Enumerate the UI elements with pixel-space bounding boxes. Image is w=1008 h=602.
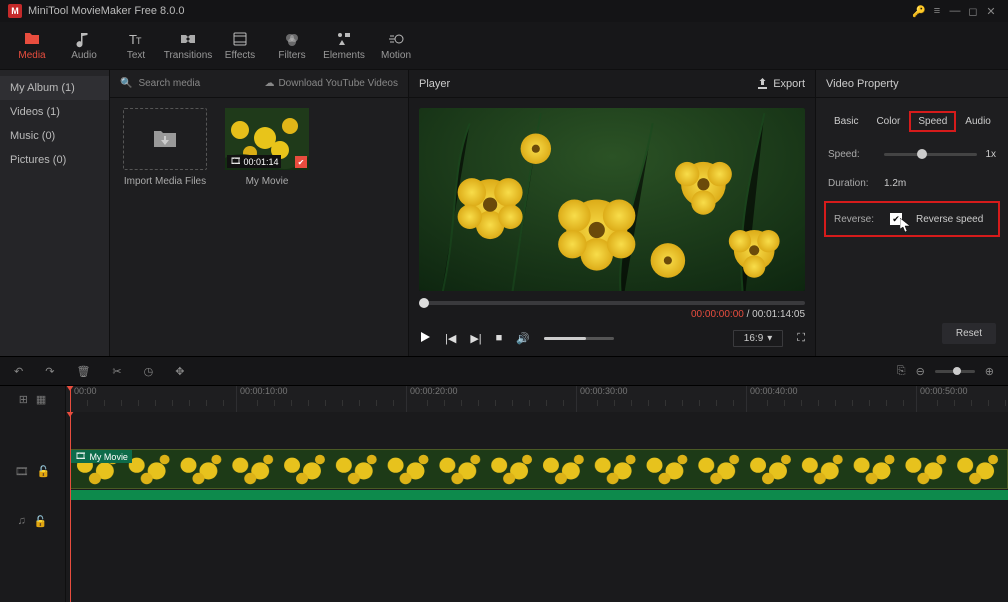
close-icon[interactable]: ✕ xyxy=(982,5,1000,18)
speed-tool-icon[interactable]: ◷ xyxy=(144,365,154,378)
filters-icon xyxy=(283,30,301,48)
fullscreen-button[interactable]: ⛶ xyxy=(797,332,805,345)
video-track-icon: 🎞 xyxy=(15,465,29,478)
timeline-ruler[interactable]: 00:00 00:00:10:00 00:00:20:00 00:00:30:0… xyxy=(66,386,1008,412)
key-icon[interactable]: 🔑 xyxy=(910,5,928,18)
volume-slider[interactable] xyxy=(544,337,614,340)
film-icon: 🎞 xyxy=(230,156,241,167)
duration-value: 1.2m xyxy=(884,178,906,189)
seek-bar[interactable] xyxy=(419,301,805,305)
delete-button[interactable]: 🗑 xyxy=(76,365,90,378)
clip-tag: 🎞 My Movie xyxy=(71,450,132,463)
import-media-label: Import Media Files xyxy=(124,176,206,187)
undo-button[interactable]: ↶ xyxy=(14,365,23,378)
next-frame-button[interactable]: ▶| xyxy=(470,332,481,345)
prop-tab-speed[interactable]: Speed xyxy=(910,112,955,131)
zoom-in-button[interactable]: ⊕ xyxy=(985,365,994,378)
reset-button[interactable]: Reset xyxy=(942,323,996,344)
timeline-video-clip[interactable]: 🎞 My Movie xyxy=(70,449,1008,489)
redo-button[interactable]: ↷ xyxy=(45,365,54,378)
duration-label: Duration: xyxy=(828,178,876,189)
property-title: Video Property xyxy=(816,70,1008,98)
ribbon-tab-text[interactable]: TT Text xyxy=(110,30,162,61)
time-total: 00:01:14:05 xyxy=(752,309,805,320)
reverse-checkbox-label: Reverse speed xyxy=(916,214,983,225)
search-placeholder[interactable]: Search media xyxy=(138,78,200,89)
minimize-icon[interactable]: — xyxy=(946,5,964,17)
ribbon-tab-filters[interactable]: Filters xyxy=(266,30,318,61)
maximize-icon[interactable]: ◻ xyxy=(964,5,982,18)
play-button[interactable] xyxy=(419,331,431,346)
sidebar-item-pictures[interactable]: Pictures (0) xyxy=(0,148,109,172)
crop-button[interactable]: ✥ xyxy=(175,365,184,378)
zoom-slider[interactable] xyxy=(935,370,975,373)
lock-icon[interactable]: 🔓 xyxy=(34,515,48,528)
effects-icon xyxy=(231,30,249,48)
app-title: MiniTool MovieMaker Free 8.0.0 xyxy=(28,5,910,17)
menu-icon[interactable]: ≡ xyxy=(928,5,946,17)
svg-text:T: T xyxy=(136,36,142,46)
motion-icon xyxy=(387,30,405,48)
app-logo: M xyxy=(8,4,22,18)
sidebar-item-music[interactable]: Music (0) xyxy=(0,124,109,148)
clip-audio-strip xyxy=(70,490,1008,500)
lock-icon[interactable]: 🔓 xyxy=(37,465,51,478)
track-layers-icon[interactable]: ▦ xyxy=(36,393,46,406)
volume-icon[interactable]: 🔊 xyxy=(516,332,530,345)
playhead[interactable] xyxy=(70,386,71,412)
sidebar-item-videos[interactable]: Videos (1) xyxy=(0,100,109,124)
stop-button[interactable]: ■ xyxy=(496,332,503,344)
download-youtube-button[interactable]: ☁ Download YouTube Videos xyxy=(264,78,398,89)
media-icon xyxy=(23,30,41,48)
ribbon-tab-audio[interactable]: Audio xyxy=(58,30,110,61)
aspect-select[interactable]: 16:9 ▾ xyxy=(733,330,784,347)
zoom-out-button[interactable]: ⊖ xyxy=(916,365,925,378)
time-current: 00:00:00:00 xyxy=(691,309,744,320)
prop-tab-color[interactable]: Color xyxy=(868,112,908,131)
fit-timeline-icon[interactable]: ⎘ xyxy=(897,365,906,378)
split-button[interactable]: ✂ xyxy=(112,365,121,378)
audio-track-icon: ♫ xyxy=(18,515,26,527)
ribbon-tab-motion[interactable]: Motion xyxy=(370,30,422,61)
prop-tab-basic[interactable]: Basic xyxy=(826,112,866,131)
import-media-button[interactable] xyxy=(123,108,207,170)
ribbon: Media Audio TT Text Transitions Effects … xyxy=(0,22,1008,70)
prev-frame-button[interactable]: |◀ xyxy=(445,332,456,345)
speed-slider[interactable] xyxy=(884,153,977,156)
export-button[interactable]: Export xyxy=(756,77,805,90)
cloud-download-icon: ☁ xyxy=(264,78,274,89)
text-icon: TT xyxy=(127,30,145,48)
sidebar-item-myalbum[interactable]: My Album (1) xyxy=(0,76,109,100)
chevron-down-icon: ▾ xyxy=(767,333,772,344)
speed-label: Speed: xyxy=(828,149,876,160)
prop-tab-audio[interactable]: Audio xyxy=(957,112,999,131)
player-viewport[interactable] xyxy=(419,108,805,291)
elements-icon xyxy=(335,30,353,48)
add-track-icon[interactable]: ⊞ xyxy=(19,393,28,406)
media-sidebar: My Album (1) Videos (1) Music (0) Pictur… xyxy=(0,70,110,356)
film-icon: 🎞 xyxy=(75,451,86,462)
player-title: Player xyxy=(419,78,450,90)
ribbon-tab-effects[interactable]: Effects xyxy=(214,30,266,61)
speed-value: 1x xyxy=(985,149,996,160)
search-icon[interactable]: 🔍 xyxy=(120,78,132,89)
audio-track-lane[interactable] xyxy=(66,496,1008,546)
transitions-icon xyxy=(179,30,197,48)
export-icon xyxy=(756,77,769,90)
duration-badge: 🎞 00:01:14 xyxy=(227,155,281,168)
checkmark-icon: ✔ xyxy=(295,156,307,168)
reverse-label: Reverse: xyxy=(834,214,882,225)
cursor-pointer-icon xyxy=(900,218,910,232)
ribbon-tab-media[interactable]: Media xyxy=(6,30,58,61)
ribbon-tab-elements[interactable]: Elements xyxy=(318,30,370,61)
ribbon-tab-transitions[interactable]: Transitions xyxy=(162,30,214,61)
media-clip-name: My Movie xyxy=(246,176,289,187)
audio-icon xyxy=(75,30,93,48)
media-clip-thumbnail[interactable]: 🎞 00:01:14 ✔ xyxy=(225,108,309,170)
